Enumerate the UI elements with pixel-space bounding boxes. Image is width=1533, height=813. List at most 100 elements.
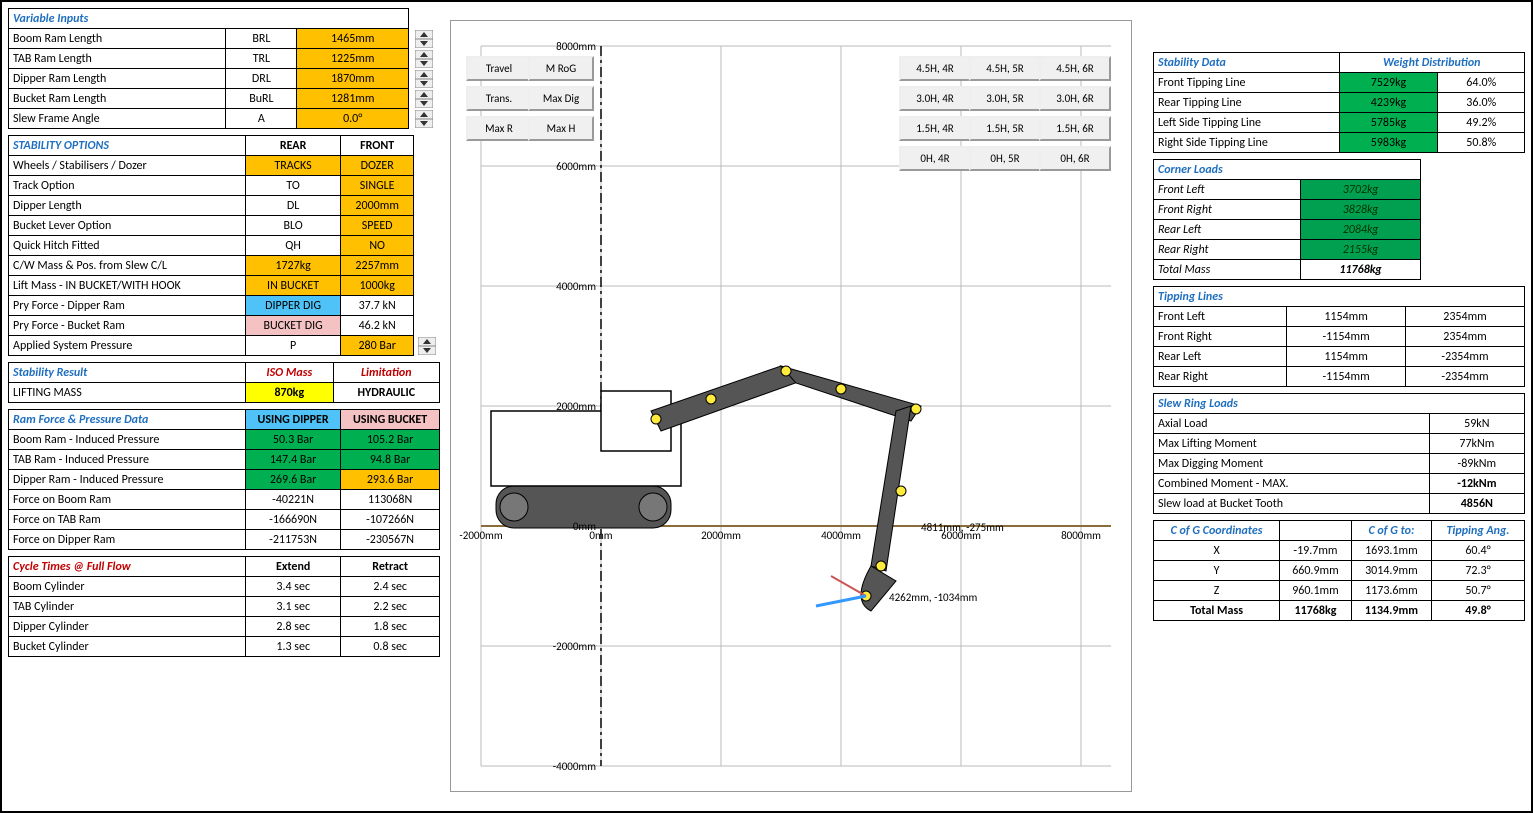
vi-value[interactable]: 1870mm (297, 69, 409, 89)
vi-label: Bucket Ram Length (9, 89, 226, 109)
diagram-position-button[interactable]: 0H, 5R (969, 146, 1041, 171)
rf-label: Dipper Ram - Induced Pressure (9, 470, 246, 490)
so-front[interactable]: SPEED (341, 216, 414, 236)
cg-label: Z (1154, 581, 1280, 601)
sd-weight: 7529kg (1339, 73, 1438, 93)
cl-value: 3702kg (1301, 180, 1421, 200)
so-label: Pry Force - Bucket Ram (9, 316, 246, 336)
vi-value[interactable]: 1465mm (297, 29, 409, 49)
cg-a: -19.7mm (1280, 541, 1352, 561)
diagram-preset-button[interactable]: Max Dig (528, 86, 594, 111)
vi-symbol: A (226, 109, 297, 129)
diagram-preset-button[interactable]: Max R (466, 116, 532, 141)
cg-label: Y (1154, 561, 1280, 581)
sr-label: Combined Moment - MAX. (1154, 474, 1430, 494)
spinner-icon[interactable] (415, 110, 433, 128)
excavator-diagram: 8000mm6000mm4000mm2000mm0mm-2000mm-4000m… (450, 20, 1132, 792)
slew-ring-table: Slew Ring Loads Axial Load59kNMax Liftin… (1153, 393, 1525, 514)
vi-symbol: BuRL (226, 89, 297, 109)
sd-pct: 36.0% (1438, 93, 1525, 113)
diagram-position-button[interactable]: 4.5H, 4R (899, 56, 971, 81)
sd-weight: 4239kg (1339, 93, 1438, 113)
so-front[interactable]: 46.2 kN (341, 316, 414, 336)
vi-label: TAB Ram Length (9, 49, 226, 69)
so-rear[interactable]: 1727kg (246, 256, 341, 276)
rf-label: Force on Dipper Ram (9, 530, 246, 550)
diagram-annot-1: 4811mm, -275mm (921, 521, 1004, 534)
so-rear[interactable]: TO (246, 176, 341, 196)
cg-c: 60.4° (1432, 541, 1525, 561)
diagram-position-button[interactable]: 3.0H, 5R (969, 86, 1041, 111)
so-label: Lift Mass - IN BUCKET/WITH HOOK (9, 276, 246, 296)
so-label: Applied System Pressure (9, 336, 246, 356)
rf-bucket: 105.2 Bar (341, 430, 440, 450)
tl-label: Front Left (1154, 307, 1287, 327)
spinner-icon[interactable] (415, 90, 433, 108)
diagram-position-button[interactable]: 3.0H, 4R (899, 86, 971, 111)
sr-label: Max Digging Moment (1154, 454, 1430, 474)
diagram-position-button[interactable]: 4.5H, 5R (969, 56, 1041, 81)
corner-loads-table: Corner Loads Front Left3702kgFront Right… (1153, 159, 1421, 280)
y-tick-label: -2000mm (553, 640, 596, 653)
so-rear[interactable]: DIPPER DIG (246, 296, 341, 316)
diagram-preset-button[interactable]: Max H (528, 116, 594, 141)
tipping-lines-table: Tipping Lines Front Left1154mm2354mmFron… (1153, 286, 1525, 387)
so-rear[interactable]: IN BUCKET (246, 276, 341, 296)
x-tick-label: 0mm (589, 529, 612, 542)
diagram-position-button[interactable]: 0H, 4R (899, 146, 971, 171)
diagram-preset-button[interactable]: M RoG (528, 56, 594, 81)
ct-label: Dipper Cylinder (9, 617, 246, 637)
sd-weight: 5983kg (1339, 133, 1438, 153)
ct-retract: 1.8 sec (341, 617, 440, 637)
vi-symbol: BRL (226, 29, 297, 49)
diagram-position-button[interactable]: 1.5H, 4R (899, 116, 971, 141)
so-front[interactable]: 37.7 kN (341, 296, 414, 316)
stability-options-table: STABILITY OPTIONS REAR FRONT Wheels / St… (8, 135, 440, 356)
so-rear[interactable]: BUCKET DIG (246, 316, 341, 336)
sr-label: Max Lifting Moment (1154, 434, 1430, 454)
so-front[interactable]: 1000kg (341, 276, 414, 296)
variable-inputs-title: Variable Inputs (9, 9, 409, 29)
diagram-preset-button[interactable]: Travel (466, 56, 532, 81)
cg-label: X (1154, 541, 1280, 561)
so-front[interactable]: NO (341, 236, 414, 256)
diagram-position-button[interactable]: 4.5H, 6R (1039, 56, 1111, 81)
diagram-position-button[interactable]: 1.5H, 5R (969, 116, 1041, 141)
y-tick-label: 2000mm (556, 400, 596, 413)
diagram-annot-2: 4262mm, -1034mm (889, 591, 978, 604)
so-front[interactable]: DOZER (341, 156, 414, 176)
cofg-table: C of G Coordinates C of G to: Tipping An… (1153, 520, 1525, 621)
cl-label: Rear Left (1154, 220, 1301, 240)
diagram-preset-button[interactable]: Trans. (466, 86, 532, 111)
spinner-icon[interactable] (415, 50, 433, 68)
so-front[interactable]: 2257mm (341, 256, 414, 276)
diagram-position-button[interactable]: 3.0H, 6R (1039, 86, 1111, 111)
so-label: Bucket Lever Option (9, 216, 246, 236)
so-rear[interactable]: BLO (246, 216, 341, 236)
so-rear[interactable]: QH (246, 236, 341, 256)
x-tick-label: 2000mm (701, 529, 741, 542)
ct-retract: 2.4 sec (341, 577, 440, 597)
ct-retract: 2.2 sec (341, 597, 440, 617)
stability-result-table: Stability Result ISO Mass Limitation LIF… (8, 362, 440, 403)
spinner-icon[interactable] (415, 70, 433, 88)
vi-symbol: TRL (226, 49, 297, 69)
cg-c: 72.3° (1432, 561, 1525, 581)
so-rear[interactable]: TRACKS (246, 156, 341, 176)
cl-label: Rear Right (1154, 240, 1301, 260)
stability-data-table: Stability Data Weight Distribution Front… (1153, 52, 1525, 153)
diagram-position-button[interactable]: 1.5H, 6R (1039, 116, 1111, 141)
so-label: Dipper Length (9, 196, 246, 216)
y-tick-label: 8000mm (556, 40, 596, 53)
so-rear[interactable]: P (246, 336, 341, 356)
spinner-icon[interactable] (415, 30, 433, 48)
so-front[interactable]: SINGLE (341, 176, 414, 196)
vi-value[interactable]: 1225mm (297, 49, 409, 69)
spinner-icon[interactable] (418, 337, 436, 355)
vi-value[interactable]: 0.0° (297, 109, 409, 129)
so-front[interactable]: 2000mm (341, 196, 414, 216)
so-rear[interactable]: DL (246, 196, 341, 216)
so-front[interactable]: 280 Bar (341, 336, 414, 356)
diagram-position-button[interactable]: 0H, 6R (1039, 146, 1111, 171)
vi-value[interactable]: 1281mm (297, 89, 409, 109)
